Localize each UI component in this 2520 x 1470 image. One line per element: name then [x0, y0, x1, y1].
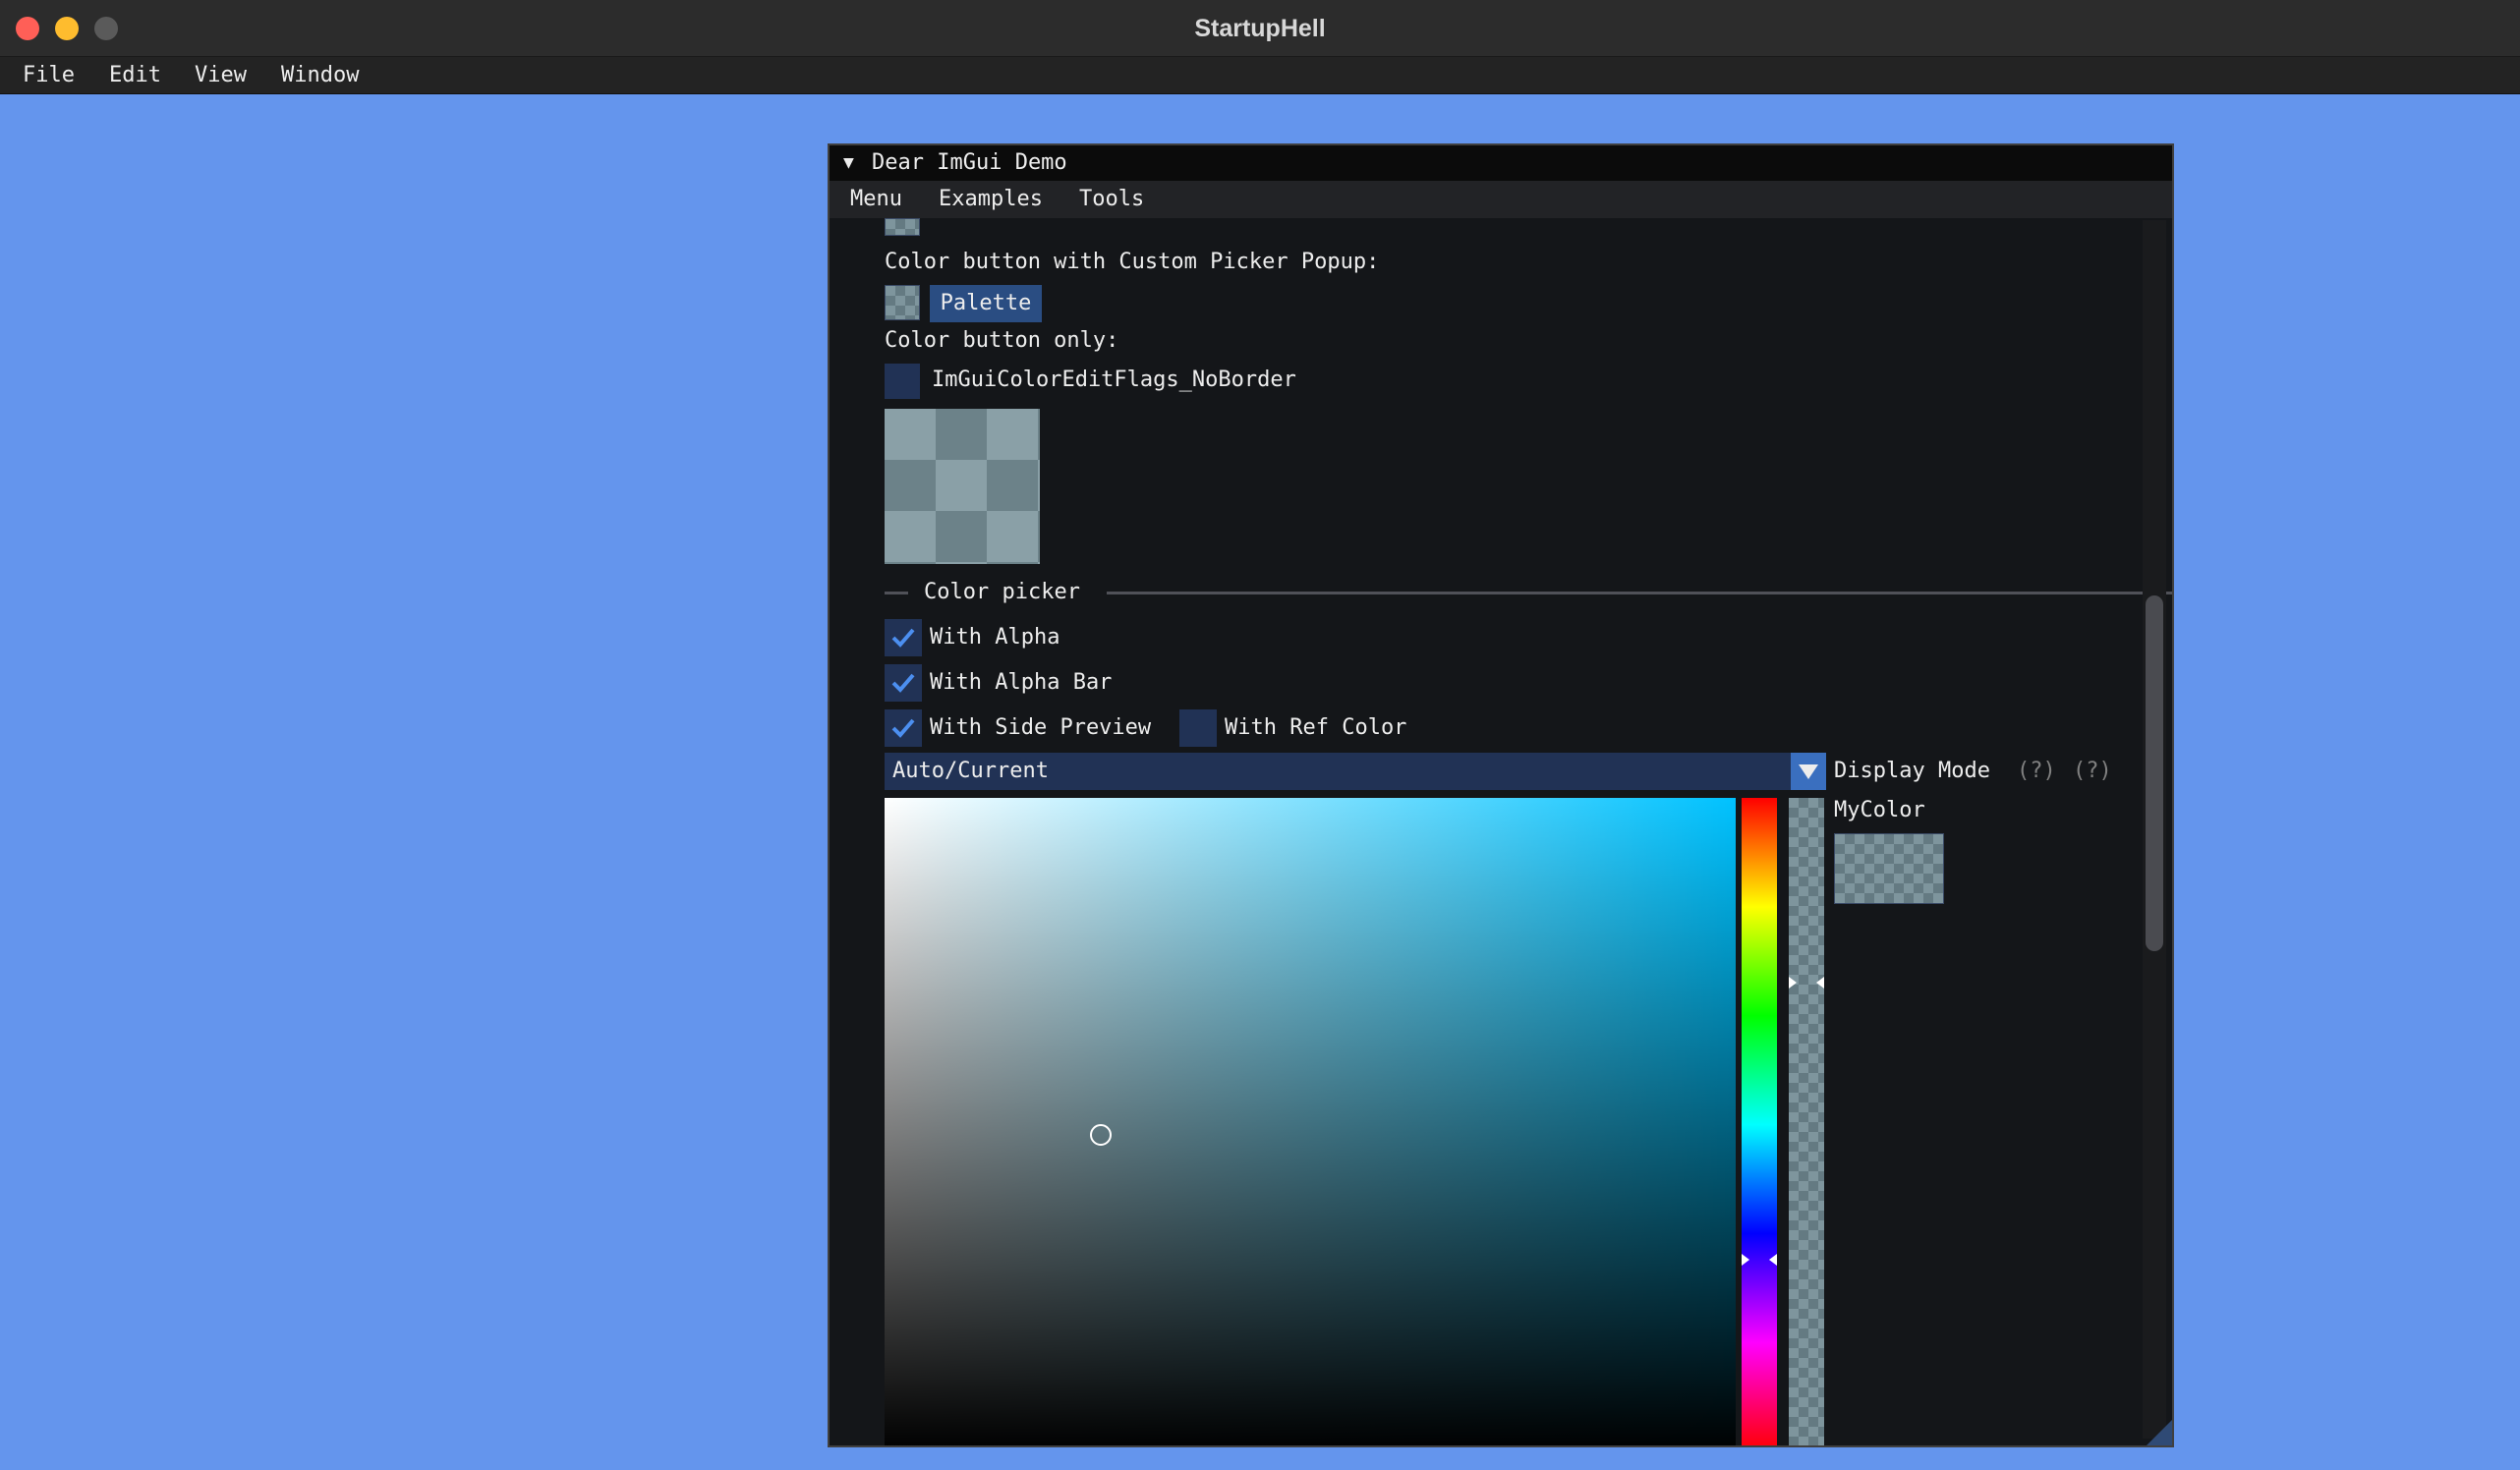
menu-examples[interactable]: Examples [939, 181, 1043, 218]
color-button-noborder[interactable] [885, 364, 920, 399]
menu-view[interactable]: View [195, 57, 247, 94]
check-icon [891, 628, 915, 648]
saturation-value-square[interactable] [885, 798, 1736, 1445]
title-bar: StartupHell [0, 0, 2520, 57]
label-with-ref-color: With Ref Color [1225, 715, 1407, 740]
section-title-color-picker: Color picker [924, 580, 1080, 604]
menu-file[interactable]: File [23, 57, 75, 94]
alpha-marker-left [1789, 977, 1797, 989]
dropdown-arrow-icon [1799, 764, 1818, 779]
side-preview-swatch [1834, 833, 1944, 904]
separator-right [1107, 592, 2172, 594]
hue-bar[interactable] [1742, 798, 1777, 1445]
checkbox-with-side-preview[interactable] [885, 709, 922, 747]
menu-tools[interactable]: Tools [1079, 181, 1144, 218]
checkbox-with-alpha-bar[interactable] [885, 664, 922, 702]
check-icon [891, 718, 915, 738]
display-mode-dropdown-button[interactable] [1791, 753, 1826, 790]
check-icon [891, 673, 915, 693]
checkbox-with-ref-color[interactable] [1179, 709, 1217, 747]
app-title: StartupHell [1194, 15, 1326, 42]
menu-edit[interactable]: Edit [109, 57, 161, 94]
display-mode-value: Auto/Current [892, 759, 1049, 783]
help-marker-1[interactable]: (?) [2017, 759, 2056, 783]
hue-marker-left [1742, 1254, 1749, 1266]
label-with-side-preview: With Side Preview [930, 715, 1152, 740]
picker-cursor-icon [1090, 1124, 1112, 1146]
button-only-label: Color button only: [885, 328, 1119, 353]
imgui-window-title: Dear ImGui Demo [872, 150, 1067, 175]
custom-picker-label: Color button with Custom Picker Popup: [885, 250, 1380, 274]
noborder-label: ImGuiColorEditFlags_NoBorder [932, 368, 1296, 392]
color-button-partial[interactable] [885, 218, 920, 236]
collapse-arrow-icon[interactable]: ▼ [843, 145, 854, 181]
host-menubar: File Edit View Window [0, 57, 2520, 94]
menu-menu[interactable]: Menu [850, 181, 902, 218]
imgui-window-titlebar[interactable]: ▼ Dear ImGui Demo [830, 145, 2172, 181]
palette-button[interactable]: Palette [930, 285, 1042, 322]
large-color-button[interactable] [885, 409, 1040, 564]
menu-window[interactable]: Window [281, 57, 359, 94]
display-mode-label: Display Mode [1834, 759, 1990, 783]
imgui-demo-window: ▼ Dear ImGui Demo Menu Examples Tools Co… [828, 143, 2174, 1447]
preview-label: MyColor [1834, 798, 1925, 822]
label-with-alpha-bar: With Alpha Bar [930, 670, 1113, 695]
color-button-custom-picker[interactable] [885, 285, 920, 320]
display-mode-combo[interactable]: Auto/Current [885, 753, 1826, 790]
resize-grip-icon[interactable] [2147, 1420, 2172, 1445]
hue-marker-right [1769, 1254, 1777, 1266]
label-with-alpha: With Alpha [930, 625, 1060, 650]
checkbox-with-alpha[interactable] [885, 619, 922, 656]
imgui-menubar: Menu Examples Tools [830, 181, 2172, 218]
separator-left [885, 592, 908, 594]
alpha-marker-right [1816, 977, 1824, 989]
help-marker-2[interactable]: (?) [2073, 759, 2112, 783]
alpha-bar[interactable] [1789, 798, 1824, 1445]
scrollbar-thumb[interactable] [2146, 595, 2163, 951]
